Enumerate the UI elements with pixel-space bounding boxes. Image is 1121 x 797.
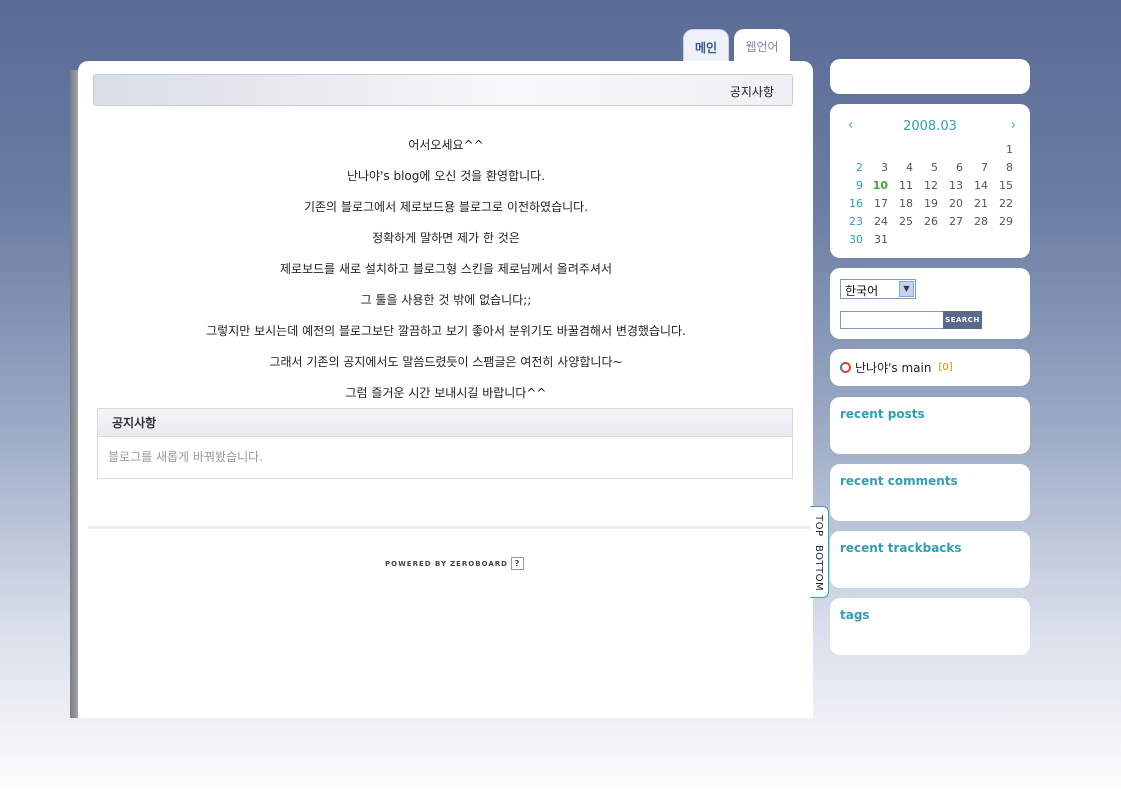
- calendar-day: [888, 140, 913, 158]
- calendar-week: 1: [838, 140, 1013, 158]
- calendar-day[interactable]: 27: [938, 212, 963, 230]
- tab-web-language[interactable]: 웹언어: [734, 29, 790, 61]
- calendar-week: 23 24 25 26 27 28 29: [838, 212, 1013, 230]
- calendar-grid: 1 2 3 4 5 6 7 8 9 10 11 12 13 14 15 16 17 18 19 20 21 22 23 24 2…: [838, 140, 1013, 248]
- calendar-day[interactable]: 19: [913, 194, 938, 212]
- calendar-header: ‹ 2008.03 ›: [830, 118, 1030, 134]
- chevron-down-icon[interactable]: ▼: [899, 281, 914, 297]
- sidebar-empty-box: [830, 59, 1030, 94]
- tags-box: tags: [830, 598, 1030, 655]
- powered-by: POWERED BY ZEROBOARD ?: [385, 557, 524, 570]
- site-link-box: 난나야's main [0]: [830, 349, 1030, 386]
- site-logo-icon: [840, 362, 851, 373]
- tags-title: tags: [840, 608, 870, 622]
- footer-divider: [88, 526, 813, 529]
- calendar-day[interactable]: 5: [913, 158, 938, 176]
- site-main-link[interactable]: 난나야's main [0]: [840, 359, 953, 376]
- calendar-title: 2008.03: [903, 119, 957, 134]
- calendar-day[interactable]: 20: [938, 194, 963, 212]
- calendar-week: 16 17 18 19 20 21 22: [838, 194, 1013, 212]
- calendar-day[interactable]: 11: [888, 176, 913, 194]
- calendar-day[interactable]: 1: [988, 140, 1013, 158]
- calendar-day[interactable]: 29: [988, 212, 1013, 230]
- scroll-top-button[interactable]: TOP: [813, 515, 824, 537]
- calendar-day[interactable]: 14: [963, 176, 988, 194]
- post-line: 어서오세요^^: [408, 138, 484, 152]
- content-panel: 공지사항 어서오세요^^ 난나야's blog에 오신 것을 환영합니다. 기존…: [78, 61, 813, 718]
- calendar-day[interactable]: 26: [913, 212, 938, 230]
- recent-trackbacks-title: recent trackbacks: [840, 541, 962, 555]
- main-tabs: 메인 웹언어: [683, 29, 790, 61]
- calendar-day: [963, 230, 988, 248]
- post-title[interactable]: 공지사항: [730, 83, 774, 100]
- post-line: 그 툴을 사용한 것 밖에 없습니다;;: [360, 293, 532, 307]
- calendar-day[interactable]: 6: [938, 158, 963, 176]
- calendar-day[interactable]: 2: [838, 158, 863, 176]
- recent-posts-box: recent posts: [830, 397, 1030, 454]
- post-body: 어서오세요^^ 난나야's blog에 오신 것을 환영합니다. 기존의 블로그…: [96, 137, 796, 416]
- powered-by-label: POWERED BY: [385, 559, 448, 568]
- calendar-day[interactable]: 22: [988, 194, 1013, 212]
- calendar-day[interactable]: 21: [963, 194, 988, 212]
- post-title-bar: 공지사항: [93, 74, 793, 106]
- notice-item[interactable]: 블로그를 새롭게 바꿔봤습니다.: [98, 437, 792, 465]
- post-line: 제로보드를 새로 설치하고 블로그형 스킨을 제로님께서 올려주셔서: [279, 262, 612, 276]
- calendar-day[interactable]: 18: [888, 194, 913, 212]
- post-line: 기존의 블로그에서 제로보드용 블로그로 이전하였습니다.: [303, 200, 589, 214]
- calendar-week: 2345678: [838, 158, 1013, 176]
- calendar-day: [988, 230, 1013, 248]
- calendar-day: [838, 140, 863, 158]
- calendar-day: [888, 230, 913, 248]
- post-line: 난나야's blog에 오신 것을 환영합니다.: [346, 169, 546, 183]
- calendar-day[interactable]: 12: [913, 176, 938, 194]
- post-line: 정확하게 말하면 제가 한 것은: [372, 231, 520, 245]
- calendar-day[interactable]: 17: [863, 194, 888, 212]
- recent-comments-box: recent comments: [830, 464, 1030, 521]
- calendar-day[interactable]: 7: [963, 158, 988, 176]
- calendar-day[interactable]: 4: [888, 158, 913, 176]
- calendar-week: 30 31: [838, 230, 1013, 248]
- notice-header: 공지사항: [98, 409, 792, 437]
- calendar-day: [863, 140, 888, 158]
- scroll-bottom-button[interactable]: BOTTOM: [813, 545, 824, 591]
- calendar-day[interactable]: 30: [838, 230, 863, 248]
- site-name: 난나야's main: [855, 361, 932, 375]
- calendar-day[interactable]: 15: [988, 176, 1013, 194]
- calendar-day: [938, 140, 963, 158]
- calendar-day[interactable]: 16: [838, 194, 863, 212]
- calendar-day[interactable]: 25: [888, 212, 913, 230]
- help-icon[interactable]: ?: [510, 557, 524, 570]
- post-line: 그렇지만 보시는데 예전의 블로그보단 깔끔하고 보기 좋아서 분위기도 바꿀겸…: [206, 324, 686, 338]
- calendar-day[interactable]: 23: [838, 212, 863, 230]
- search-input[interactable]: [840, 311, 944, 329]
- language-selected: 한국어: [845, 284, 879, 298]
- recent-trackbacks-box: recent trackbacks: [830, 531, 1030, 588]
- calendar-box: ‹ 2008.03 › 1 2 3 4 5 6 7 8 9 10 11 12 13 14 15 16 17 18 1…: [830, 104, 1030, 258]
- tab-main[interactable]: 메인: [683, 29, 729, 61]
- calendar-day: [963, 140, 988, 158]
- recent-comments-title: recent comments: [840, 474, 958, 488]
- recent-posts-title: recent posts: [840, 407, 925, 421]
- calendar-day[interactable]: 24: [863, 212, 888, 230]
- scroll-tab: TOP BOTTOM: [810, 506, 829, 598]
- calendar-day[interactable]: 28: [963, 212, 988, 230]
- post-line: 그래서 기존의 공지에서도 말씀드렸듯이 스팸글은 여전히 사양합니다~: [269, 355, 623, 369]
- calendar-day: [938, 230, 963, 248]
- site-count: [0]: [938, 362, 953, 373]
- calendar-day[interactable]: 8: [988, 158, 1013, 176]
- calendar-day[interactable]: 13: [938, 176, 963, 194]
- calendar-day[interactable]: 9: [838, 176, 863, 194]
- calendar-day[interactable]: 31: [863, 230, 888, 248]
- notice-box: 공지사항 블로그를 새롭게 바꿔봤습니다.: [97, 408, 793, 479]
- calendar-day: [913, 140, 938, 158]
- calendar-next-icon[interactable]: ›: [1011, 118, 1016, 133]
- calendar-day: [913, 230, 938, 248]
- calendar-day[interactable]: 3: [863, 158, 888, 176]
- zeroboard-link[interactable]: ZEROBOARD: [450, 560, 508, 568]
- calendar-week: 9 10 11 12 13 14 15: [838, 176, 1013, 194]
- language-select[interactable]: 한국어 ▼: [840, 279, 916, 299]
- calendar-day[interactable]: 10: [863, 176, 888, 194]
- search-box: 한국어 ▼ SEARCH: [830, 268, 1030, 339]
- search-button[interactable]: SEARCH: [943, 311, 982, 329]
